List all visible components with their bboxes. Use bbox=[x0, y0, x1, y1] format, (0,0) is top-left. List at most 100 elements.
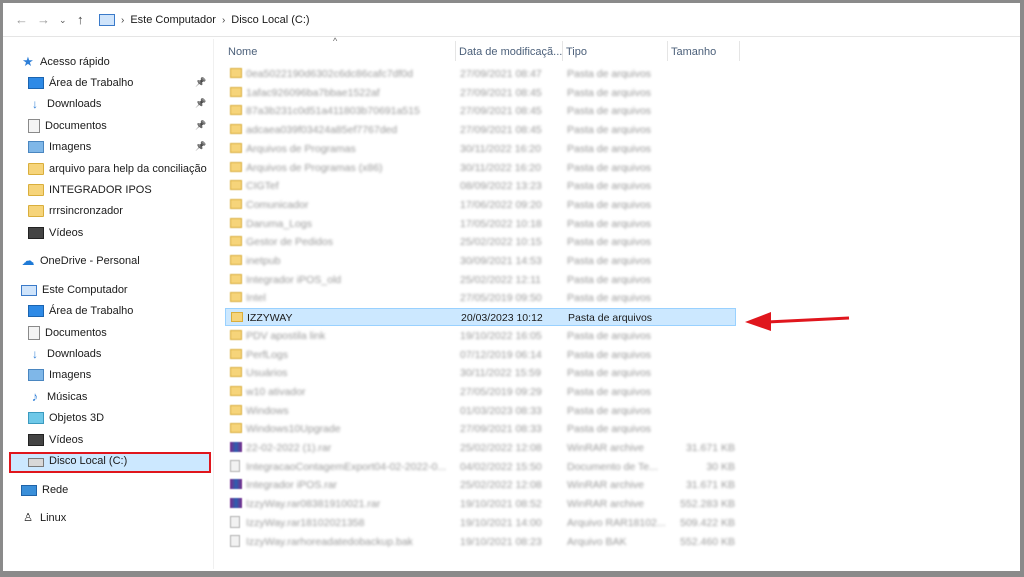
recent-locations-chevron-icon[interactable]: ⌄ bbox=[59, 15, 67, 26]
file-row[interactable]: Gestor de Pedidos 25/02/2022 10:15 Pasta d… bbox=[225, 233, 736, 251]
file-name: Arquivos de Programas (x86) bbox=[246, 161, 383, 174]
desktop-icon bbox=[28, 305, 44, 317]
file-row[interactable]: 1afac926096ba7bbae1522af 27/09/2021 08:45… bbox=[225, 84, 736, 102]
sidebar-item[interactable]: Vídeos bbox=[28, 430, 208, 450]
file-name: Gestor de Pedidos bbox=[246, 236, 333, 249]
sidebar-item[interactable]: Objetos 3D bbox=[28, 408, 208, 428]
sidebar-item[interactable]: ★ Acesso rápido bbox=[21, 52, 206, 72]
folder-icon bbox=[230, 68, 242, 78]
file-row[interactable]: Windows 01/03/2023 08:33 Pasta de arquivos bbox=[225, 402, 736, 420]
sidebar-item[interactable]: Vídeos bbox=[28, 223, 208, 243]
sidebar-item[interactable]: Disco Local (C:) bbox=[28, 451, 208, 471]
file-name: Usuários bbox=[246, 367, 288, 380]
file-date: 17/05/2022 10:18 bbox=[460, 217, 542, 230]
file-date: 30/11/2022 15:59 bbox=[460, 367, 541, 380]
file-row[interactable]: Integrador iPOS.rar 25/02/2022 12:08 WinRA… bbox=[225, 476, 736, 494]
breadcrumb-item-computer[interactable]: Este Computador bbox=[130, 14, 216, 26]
folder-icon bbox=[230, 236, 242, 247]
up-arrow-icon[interactable]: ↑ bbox=[77, 12, 84, 27]
file-row[interactable]: PerfLogs 07/12/2019 06:14 Pasta de arquivo… bbox=[225, 346, 736, 364]
file-name: IzzyWay.rar08381910021.rar bbox=[246, 498, 381, 511]
file-type: Pasta de arquivos bbox=[567, 142, 652, 155]
file-row[interactable]: IZZYWAY 20/03/2023 10:12 Pasta de arquivos bbox=[225, 308, 736, 327]
file-row[interactable]: Integrador iPOS_old 25/02/2022 12:11 Pasta… bbox=[225, 271, 736, 289]
file-row[interactable]: IzzyWay.rar18102021358 19/10/2021 14:00 Ar… bbox=[225, 514, 736, 532]
sidebar-item-label: Vídeos bbox=[49, 227, 84, 239]
sidebar-item-label: Área de Trabalho bbox=[49, 305, 134, 317]
folder-icon bbox=[230, 367, 242, 378]
download-icon: ↓ bbox=[32, 97, 38, 111]
file-name: IzzyWay.rarhoreadatedobackup.bak bbox=[246, 535, 413, 548]
file-size: 552.283 KB bbox=[680, 498, 735, 511]
sidebar-item[interactable]: arquivo para help da conciliação f bbox=[28, 159, 208, 179]
file-date: 19/10/2021 08:23 bbox=[460, 535, 542, 548]
file-row[interactable]: w10 ativador 27/05/2019 09:29 Pasta de arq… bbox=[225, 383, 736, 401]
file-row[interactable]: Daruma_Logs 17/05/2022 10:18 Pasta de arqu… bbox=[225, 215, 736, 233]
breadcrumb: › Este Computador › Disco Local (C:) bbox=[99, 12, 310, 28]
file-row[interactable]: inetpub 30/09/2021 14:53 Pasta de arquivos bbox=[225, 252, 736, 270]
file-row[interactable]: Windows10Upgrade 27/09/2021 08:33 Pasta de… bbox=[225, 420, 736, 438]
file-row[interactable]: IzzyWay.rarhoreadatedobackup.bak 19/10/20… bbox=[225, 533, 736, 551]
sidebar-item[interactable]: ↓ Downloads bbox=[28, 94, 208, 114]
file-name: PerfLogs bbox=[246, 348, 289, 361]
file-name: 22-02-2022 (1).rar bbox=[246, 442, 332, 454]
sidebar-item[interactable]: Rede bbox=[21, 480, 206, 500]
file-row[interactable]: Intel 27/05/2019 09:50 Pasta de arquivos bbox=[225, 289, 736, 307]
file-type: Pasta de arquivos bbox=[567, 423, 652, 436]
sidebar-item[interactable]: ☁ OneDrive - Personal bbox=[21, 251, 206, 271]
document-icon bbox=[28, 119, 40, 133]
file-name: 0ea5022190d6302c6dc86cafc7df0d bbox=[246, 68, 413, 80]
pin-icon[interactable]: 📌 bbox=[195, 120, 206, 131]
file-row[interactable]: IntegracaoContagemExport04-02-2022-0... 0… bbox=[225, 458, 736, 476]
sidebar-item[interactable]: ♙ Linux bbox=[21, 508, 206, 528]
file-row[interactable]: 22-02-2022 (1).rar 25/02/2022 12:08 WinRAR… bbox=[225, 439, 736, 457]
column-name[interactable]: Nome bbox=[225, 41, 456, 61]
file-size: 31.671 KB bbox=[685, 479, 735, 492]
sidebar-item[interactable]: INTEGRADOR IPOS bbox=[28, 180, 208, 200]
file-row[interactable]: 87a3b231c0d51a411803b70691a515 27/09/2021… bbox=[225, 102, 736, 120]
sidebar-item[interactable]: Área de Trabalho bbox=[28, 73, 208, 93]
file-date: 01/03/2023 08:33 bbox=[460, 404, 542, 417]
sidebar-item-label: Downloads bbox=[47, 348, 102, 360]
sidebar-item[interactable]: rrrsincronzador bbox=[28, 201, 208, 221]
folder-icon bbox=[28, 184, 44, 196]
column-header: Nome Data de modificaçã... Tipo Tamanho bbox=[225, 41, 745, 61]
folder-icon bbox=[230, 404, 242, 415]
file-row[interactable]: CIGTef 08/09/2022 13:23 Pasta de arquivos bbox=[225, 177, 736, 195]
file-date: 27/05/2019 09:29 bbox=[460, 385, 542, 398]
sidebar-item-label: Documentos bbox=[45, 327, 107, 339]
column-type[interactable]: Tipo bbox=[563, 41, 668, 61]
column-size[interactable]: Tamanho bbox=[668, 41, 740, 61]
file-row[interactable]: adcaea039f03424a85ef7767ded 27/09/2021 08… bbox=[225, 121, 736, 139]
sidebar-item[interactable]: ♪ Músicas bbox=[28, 387, 208, 407]
column-date[interactable]: Data de modificaçã... bbox=[456, 41, 563, 61]
pin-icon[interactable]: 📌 bbox=[195, 141, 206, 152]
file-date: 19/10/2022 16:05 bbox=[460, 329, 542, 342]
rar-archive-icon bbox=[230, 479, 242, 490]
chevron-right-icon: › bbox=[121, 14, 125, 26]
file-row[interactable]: Arquivos de Programas (x86) 30/11/2022 16… bbox=[225, 159, 736, 177]
file-row[interactable]: Arquivos de Programas 30/11/2022 16:20 Pas… bbox=[225, 140, 736, 158]
file-type: Pasta de arquivos bbox=[567, 217, 652, 230]
file-row[interactable]: IzzyWay.rar08381910021.rar 19/10/2021 08:… bbox=[225, 495, 736, 513]
back-arrow-icon[interactable]: ← bbox=[15, 12, 28, 27]
file-date: 08/09/2022 13:23 bbox=[460, 180, 542, 193]
pin-icon[interactable]: 📌 bbox=[195, 77, 206, 88]
rar-archive-icon bbox=[230, 442, 242, 452]
file-row[interactable]: PDV apostila link 19/10/2022 16:05 Pasta d… bbox=[225, 327, 736, 345]
sidebar-item[interactable]: Imagens bbox=[28, 137, 208, 157]
sidebar-item[interactable]: Documentos bbox=[28, 323, 208, 343]
breadcrumb-item-drive[interactable]: Disco Local (C:) bbox=[231, 14, 309, 26]
file-row[interactable]: 0ea5022190d6302c6dc86cafc7df0d 27/09/2021… bbox=[225, 65, 736, 83]
sidebar-item[interactable]: Este Computador bbox=[21, 280, 206, 300]
file-row[interactable]: Comunicador 17/06/2022 09:20 Pasta de arqu… bbox=[225, 196, 736, 214]
pin-icon[interactable]: 📌 bbox=[195, 98, 206, 109]
sidebar-item[interactable]: Imagens bbox=[28, 365, 208, 385]
sidebar-item[interactable]: Documentos bbox=[28, 116, 208, 136]
sidebar-item[interactable]: ↓ Downloads bbox=[28, 344, 208, 364]
file-row[interactable]: Usuários 30/11/2022 15:59 Pasta de arquivo… bbox=[225, 364, 736, 382]
file-type: Pasta de arquivos bbox=[567, 124, 652, 137]
forward-arrow-icon[interactable]: → bbox=[37, 12, 50, 27]
sidebar-item[interactable]: Área de Trabalho bbox=[28, 301, 208, 321]
file-size: 31.671 KB bbox=[685, 442, 735, 454]
